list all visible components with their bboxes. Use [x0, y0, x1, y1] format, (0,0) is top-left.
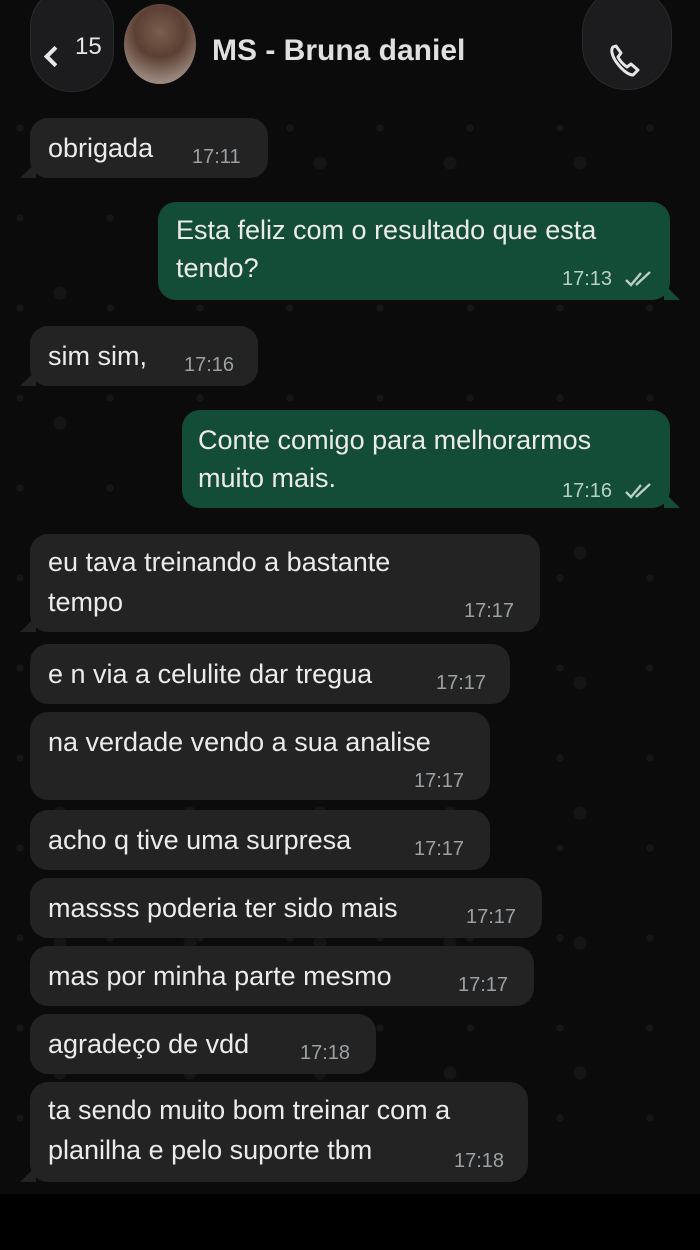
chevron-left-icon: [43, 45, 66, 68]
message-time: 17:17: [464, 600, 515, 622]
message-time: 17:16: [562, 480, 613, 502]
message-text: Conte comigo para melhorarmos: [198, 425, 592, 455]
message-time: 17:18: [454, 1150, 505, 1172]
message-time: 17:16: [184, 354, 235, 376]
message-bubble-in[interactable]: mas por minha parte mesmo 17:17: [30, 946, 534, 1006]
message-text: tempo: [48, 587, 124, 617]
message-text: na verdade vendo a sua analise: [48, 727, 431, 757]
message-text: e n via a celulite dar tregua: [48, 659, 373, 689]
message-bubble-in[interactable]: massss poderia ter sido mais 17:17: [30, 878, 542, 938]
bottom-bar: [0, 1194, 700, 1250]
unread-count: 15: [75, 33, 102, 60]
message-text: muito mais.: [198, 463, 337, 493]
message-text: eu tava treinando a bastante: [48, 547, 391, 577]
double-check-icon: [625, 483, 651, 499]
message-bubble-in[interactable]: sim sim, 17:16: [20, 326, 258, 386]
chat-header: 15 MS - Bruna daniel: [0, 0, 700, 108]
message-time: 17:17: [458, 974, 509, 996]
message-time: 17:17: [414, 838, 465, 860]
avatar[interactable]: [124, 4, 196, 84]
message-text: ta sendo muito bom treinar com a: [48, 1095, 451, 1125]
message-time: 17:17: [466, 906, 517, 928]
message-bubble-in[interactable]: ta sendo muito bom treinar com a planilh…: [20, 1082, 528, 1182]
message-text: planilha e pelo suporte tbm: [48, 1135, 373, 1165]
message-bubble-out[interactable]: Esta feliz com o resultado que esta tend…: [158, 202, 680, 300]
phone-icon: [610, 44, 640, 77]
message-bubble-in[interactable]: na verdade vendo a sua analise 17:17: [30, 712, 490, 800]
message-text: acho q tive uma surpresa: [48, 825, 352, 855]
message-text: massss poderia ter sido mais: [48, 893, 398, 923]
message-bubble-out[interactable]: Conte comigo para melhorarmos muito mais…: [182, 410, 680, 508]
message-text: Esta feliz com o resultado que esta: [176, 215, 597, 245]
contact-name[interactable]: MS - Bruna daniel: [212, 34, 465, 68]
message-text: sim sim,: [48, 341, 147, 371]
message-time: 17:17: [414, 770, 465, 792]
message-text: tendo?: [176, 253, 259, 283]
message-text: obrigada: [48, 133, 154, 163]
message-bubble-in[interactable]: agradeço de vdd 17:18: [30, 1014, 376, 1074]
message-bubble-in[interactable]: eu tava treinando a bastante tempo 17:17: [20, 534, 540, 632]
chat-area[interactable]: obrigada 17:11 Esta feliz com o resultad…: [0, 108, 700, 1194]
back-button[interactable]: 15: [30, 0, 114, 92]
message-text: mas por minha parte mesmo: [48, 961, 392, 991]
double-check-icon: [625, 271, 651, 287]
message-time: 17:13: [562, 268, 613, 290]
message-bubble-in[interactable]: e n via a celulite dar tregua 17:17: [30, 644, 510, 704]
message-text: agradeço de vdd: [48, 1029, 250, 1059]
call-button[interactable]: [582, 0, 672, 90]
message-bubble-in[interactable]: acho q tive uma surpresa 17:17: [30, 810, 490, 870]
message-time: 17:17: [436, 672, 487, 694]
message-time: 17:11: [192, 146, 241, 168]
message-bubble-in[interactable]: obrigada 17:11: [20, 118, 268, 178]
message-time: 17:18: [300, 1042, 351, 1064]
